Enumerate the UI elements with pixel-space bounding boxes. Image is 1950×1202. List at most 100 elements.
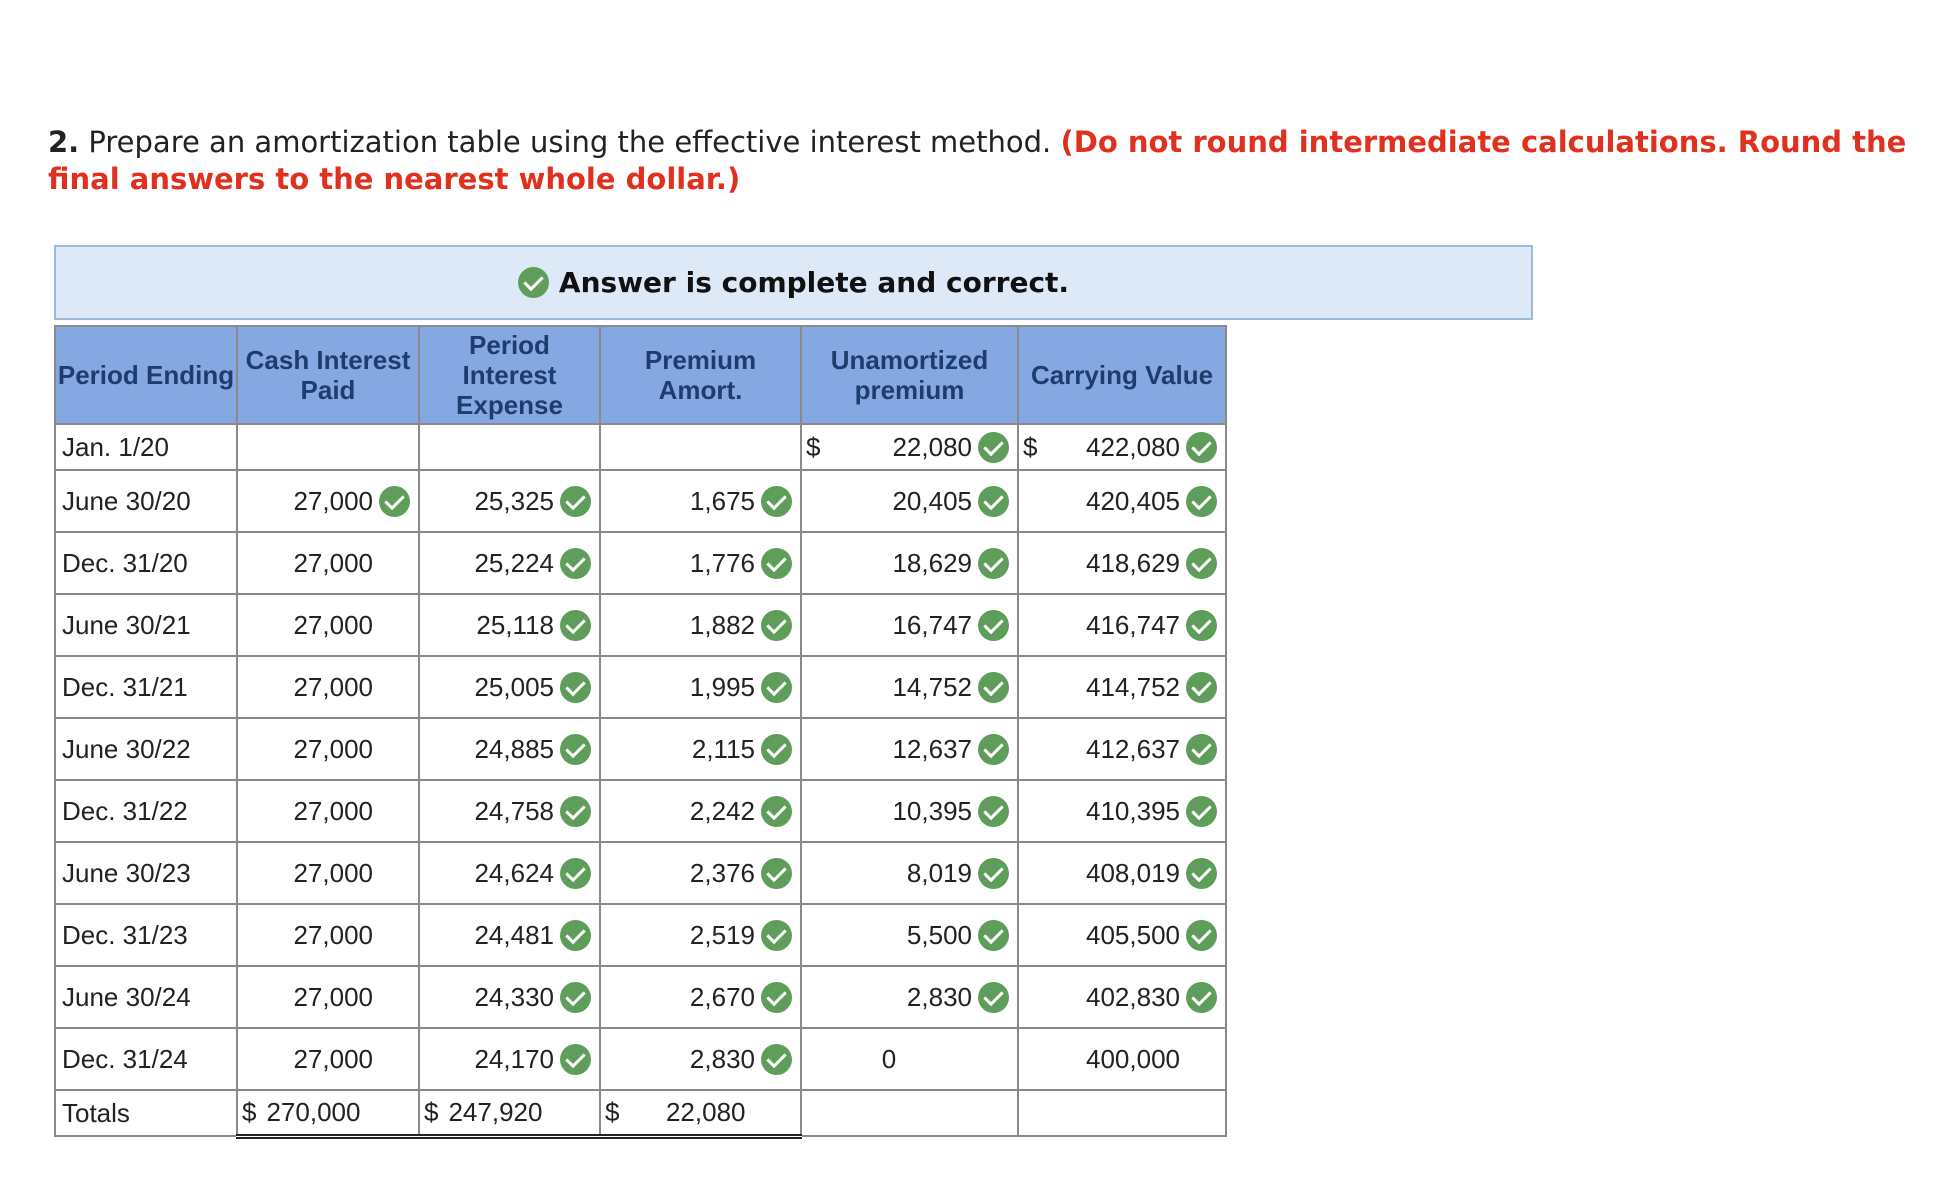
carrying-value-value[interactable]: 422,080	[1037, 432, 1180, 463]
currency-symbol: $	[605, 1096, 620, 1127]
unamortized-premium-cell: 18,629	[800, 531, 1019, 595]
carrying-value-value[interactable]: 412,637	[1023, 734, 1180, 765]
period-cell: Dec. 31/20	[54, 531, 238, 595]
table-row: June 30/21 27,000 25,118 1,882 16,747 416,747	[54, 593, 1227, 657]
period-cell: June 30/23	[54, 841, 238, 905]
check-circle-icon	[1186, 485, 1217, 517]
cash-interest-value[interactable]: 27,000	[242, 858, 373, 889]
carrying-value-value[interactable]: 416,747	[1023, 610, 1180, 641]
premium-amort-cell: 2,830	[599, 1027, 802, 1091]
check-circle-icon	[1186, 795, 1217, 827]
unamortized-premium-value[interactable]: 16,747	[806, 610, 972, 641]
interest-expense-value[interactable]: 24,330	[424, 982, 554, 1013]
cash-interest-value[interactable]: 27,000	[242, 796, 373, 827]
check-circle-icon	[1186, 857, 1217, 889]
cash-interest-cell: 27,000	[236, 1027, 420, 1091]
cash-interest-cell: 27,000	[236, 717, 420, 781]
interest-expense-cell: 24,758	[418, 779, 601, 843]
cash-interest-value[interactable]: 27,000	[242, 486, 373, 517]
total-premium-amort-value[interactable]: 22,080	[619, 1097, 792, 1128]
unamortized-premium-value[interactable]: 18,629	[806, 548, 972, 579]
check-circle-icon	[761, 671, 792, 703]
cash-interest-cell: 27,000	[236, 655, 420, 719]
cash-interest-cell: 27,000	[236, 469, 420, 533]
unamortized-premium-value[interactable]: 8,019	[806, 858, 972, 889]
carrying-value-value[interactable]: 410,395	[1023, 796, 1180, 827]
check-circle-icon	[761, 733, 792, 765]
interest-expense-value[interactable]: 24,758	[424, 796, 554, 827]
unamortized-premium-cell: 14,752	[800, 655, 1019, 719]
interest-expense-value[interactable]: 25,325	[424, 486, 554, 517]
unamortized-premium-value[interactable]: 5,500	[806, 920, 972, 951]
premium-amort-value[interactable]: 1,675	[605, 486, 755, 517]
carrying-value-value[interactable]: 408,019	[1023, 858, 1180, 889]
cash-interest-value[interactable]: 27,000	[242, 982, 373, 1013]
unamortized-premium-value[interactable]: 0	[806, 1044, 972, 1075]
interest-expense-value[interactable]: 25,224	[424, 548, 554, 579]
carrying-value-value[interactable]: 402,830	[1023, 982, 1180, 1013]
period-cell: June 30/20	[54, 469, 238, 533]
check-circle-icon	[761, 795, 792, 827]
period-cell: Dec. 31/24	[54, 1027, 238, 1091]
header-premium-amort: Premium Amort.	[599, 325, 802, 425]
cash-interest-cell: 27,000	[236, 965, 420, 1029]
unamortized-premium-cell: 16,747	[800, 593, 1019, 657]
unamortized-premium-value[interactable]: 10,395	[806, 796, 972, 827]
unamortized-premium-cell: 5,500	[800, 903, 1019, 967]
carrying-value-cell: 405,500	[1017, 903, 1227, 967]
carrying-value-cell: 410,395	[1017, 779, 1227, 843]
table-row: Dec. 31/22 27,000 24,758 2,242 10,395 410,395	[54, 779, 1227, 843]
interest-expense-value[interactable]: 25,118	[424, 610, 554, 641]
premium-amort-value[interactable]: 1,995	[605, 672, 755, 703]
unamortized-premium-value[interactable]: 20,405	[806, 486, 972, 517]
total-interest-expense-value[interactable]: 247,920	[438, 1097, 591, 1128]
cash-interest-value[interactable]: 27,000	[242, 734, 373, 765]
carrying-value-value[interactable]: 420,405	[1023, 486, 1180, 517]
check-circle-icon	[1186, 733, 1217, 765]
premium-amort-value[interactable]: 2,115	[605, 734, 755, 765]
unamortized-premium-value[interactable]: 22,080	[820, 432, 972, 463]
table-row: Dec. 31/24 27,000 24,170 2,830 0 400,000	[54, 1027, 1227, 1091]
carrying-value-value[interactable]: 400,000	[1023, 1044, 1180, 1075]
cash-interest-value[interactable]: 27,000	[242, 920, 373, 951]
cash-interest-value[interactable]: 27,000	[242, 610, 373, 641]
total-carrying-cell	[1017, 1089, 1227, 1137]
carrying-value-value[interactable]: 414,752	[1023, 672, 1180, 703]
interest-expense-value[interactable]: 24,170	[424, 1044, 554, 1075]
cash-interest-cell: 27,000	[236, 593, 420, 657]
premium-amort-value[interactable]: 2,830	[605, 1044, 755, 1075]
premium-amort-value[interactable]: 1,776	[605, 548, 755, 579]
unamortized-premium-value[interactable]: 14,752	[806, 672, 972, 703]
table-header-row: Period Ending Cash Interest Paid Period …	[54, 325, 1227, 425]
total-unamortized-cell	[800, 1089, 1019, 1137]
interest-expense-value[interactable]: 25,005	[424, 672, 554, 703]
period-cell: Dec. 31/22	[54, 779, 238, 843]
check-circle-icon	[560, 609, 591, 641]
carrying-value-value[interactable]: 418,629	[1023, 548, 1180, 579]
check-circle-icon	[978, 795, 1009, 827]
premium-amort-value[interactable]: 2,242	[605, 796, 755, 827]
premium-amort-value[interactable]: 2,670	[605, 982, 755, 1013]
premium-amort-value[interactable]: 2,376	[605, 858, 755, 889]
carrying-value-value[interactable]: 405,500	[1023, 920, 1180, 951]
unamortized-premium-value[interactable]: 12,637	[806, 734, 972, 765]
cash-interest-value[interactable]: 27,000	[242, 1044, 373, 1075]
unamortized-premium-value[interactable]: 2,830	[806, 982, 972, 1013]
cash-interest-value[interactable]: 27,000	[242, 672, 373, 703]
check-circle-icon	[560, 1043, 591, 1075]
interest-expense-value[interactable]: 24,624	[424, 858, 554, 889]
table-row: Jan. 1/20 $ 22,080 $ 422,080	[54, 423, 1227, 471]
cash-interest-value[interactable]: 27,000	[242, 548, 373, 579]
currency-symbol: $	[424, 1096, 439, 1127]
total-cash-interest-value[interactable]: 270,000	[256, 1097, 410, 1128]
premium-amort-cell: 1,776	[599, 531, 802, 595]
check-circle-icon	[560, 795, 591, 827]
premium-amort-value[interactable]: 2,519	[605, 920, 755, 951]
interest-expense-value[interactable]: 24,481	[424, 920, 554, 951]
interest-expense-value[interactable]: 24,885	[424, 734, 554, 765]
totals-row: Totals $ 270,000 $ 247,920 $ 22,080	[54, 1089, 1227, 1139]
premium-amort-value[interactable]: 1,882	[605, 610, 755, 641]
total-premium-amort-cell: $ 22,080	[599, 1089, 802, 1139]
carrying-value-cell: 400,000	[1017, 1027, 1227, 1091]
period-cell: June 30/22	[54, 717, 238, 781]
